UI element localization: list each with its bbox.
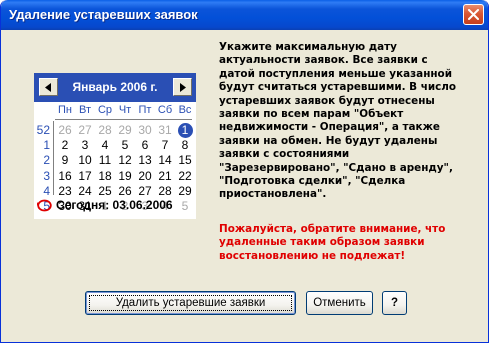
day-cell[interactable]: 16 — [55, 169, 75, 184]
day-cell[interactable]: 24 — [75, 184, 95, 199]
day-cell[interactable]: 19 — [115, 169, 135, 184]
dialog-window: Удаление устаревших заявок Январь 2006 г… — [0, 0, 489, 343]
focus-rectangle — [89, 295, 292, 311]
window-title: Удаление устаревших заявок — [9, 7, 198, 22]
day-cell[interactable]: 21 — [155, 169, 175, 184]
warning-text: Пожалуйста, обратите внимание, что удален… — [219, 223, 457, 263]
warning-line: удаленные таким образом заявки — [219, 236, 425, 249]
day-cell[interactable]: 7 — [155, 138, 175, 153]
day-cell[interactable]: 15 — [175, 153, 195, 168]
instructions-line: заявки на обмен. Не будут удалены — [219, 134, 438, 147]
day-cell[interactable]: 23 — [55, 184, 75, 199]
day-cell[interactable]: 5 — [115, 138, 135, 153]
week-number: 3 — [43, 168, 50, 183]
instructions-line: приостановлена". — [219, 188, 327, 201]
day-cell[interactable]: 20 — [135, 169, 155, 184]
day-cell[interactable]: 4 — [95, 138, 115, 153]
day-cell[interactable]: 28 — [155, 184, 175, 199]
instructions-line: заявки с состояниями — [219, 148, 350, 161]
week-number: 1 — [43, 138, 50, 153]
warning-line: восстановлению не подлежат! — [219, 249, 406, 262]
day-cell[interactable]: 12 — [115, 153, 135, 168]
help-button[interactable]: ? — [382, 291, 407, 315]
day-cell[interactable]: 26 — [115, 184, 135, 199]
day-cell[interactable]: 29 — [115, 123, 135, 138]
day-cell[interactable]: 14 — [155, 153, 175, 168]
month-calendar: Январь 2006 г. Пн Вт Ср Чт Пт Сб Вс 52 26… — [34, 73, 196, 219]
instructions-line: устаревших заявок будут отнесены — [219, 94, 435, 107]
instructions-line: недвижимости - Операция", а также — [219, 121, 440, 134]
day-cell[interactable]: 30 — [135, 123, 155, 138]
day-cell[interactable]: 11 — [95, 153, 115, 168]
instructions-line: "Зарезервировано", "Сдано в аренду", — [219, 161, 453, 174]
day-cell[interactable]: 8 — [175, 138, 195, 153]
day-cell[interactable]: 28 — [95, 123, 115, 138]
close-button[interactable] — [463, 4, 484, 25]
day-cell[interactable]: 18 — [95, 169, 115, 184]
instructions-text: Укажите максимальную дату актуальности за… — [219, 41, 457, 202]
day-cell[interactable]: 6 — [135, 138, 155, 153]
day-cell-selected[interactable]: 1 — [175, 123, 195, 138]
delete-outdated-button[interactable]: Удалить устаревшие заявки — [85, 291, 296, 315]
close-x-icon — [468, 9, 479, 20]
day-cell[interactable]: 10 — [75, 153, 95, 168]
today-label: Сегодня: 03.06.2006 — [56, 198, 173, 212]
day-cell[interactable]: 31 — [155, 123, 175, 138]
instructions-line: датой поступления меньше указанной — [219, 67, 452, 80]
day-cell[interactable]: 5 — [175, 199, 195, 214]
week-number: 4 — [43, 183, 50, 198]
day-cell[interactable]: 27 — [135, 184, 155, 199]
day-cell[interactable]: 27 — [75, 123, 95, 138]
instructions-line: будут считаться устаревшими. В число — [219, 81, 457, 94]
instructions-line: "Подготовка сделки", "Сделка — [219, 175, 406, 188]
day-cell[interactable]: 25 — [95, 184, 115, 199]
instructions-line: актуальности заявок. Все заявки с — [219, 54, 428, 67]
instructions-line: Укажите максимальную дату — [219, 41, 397, 53]
day-cell[interactable]: 17 — [75, 169, 95, 184]
day-cell[interactable]: 13 — [135, 153, 155, 168]
title-bar[interactable]: Удаление устаревших заявок — [1, 0, 488, 30]
warning-line: Пожалуйста, обратите внимание, что — [219, 223, 446, 235]
day-cell[interactable]: 3 — [75, 138, 95, 153]
dialog-body: Январь 2006 г. Пн Вт Ср Чт Пт Сб Вс 52 26… — [4, 30, 485, 339]
day-cell[interactable]: 26 — [55, 123, 75, 138]
day-cell[interactable]: 2 — [55, 138, 75, 153]
day-cell[interactable]: 29 — [175, 184, 195, 199]
cancel-button[interactable]: Отменить — [306, 291, 373, 315]
today-circle-icon — [37, 199, 52, 212]
day-cell[interactable]: 22 — [175, 169, 195, 184]
instructions-line: заявки по всем парам "Объект — [219, 108, 404, 121]
week-number: 52 — [36, 123, 50, 137]
week-number: 2 — [43, 153, 50, 168]
day-cell[interactable]: 9 — [55, 153, 75, 168]
